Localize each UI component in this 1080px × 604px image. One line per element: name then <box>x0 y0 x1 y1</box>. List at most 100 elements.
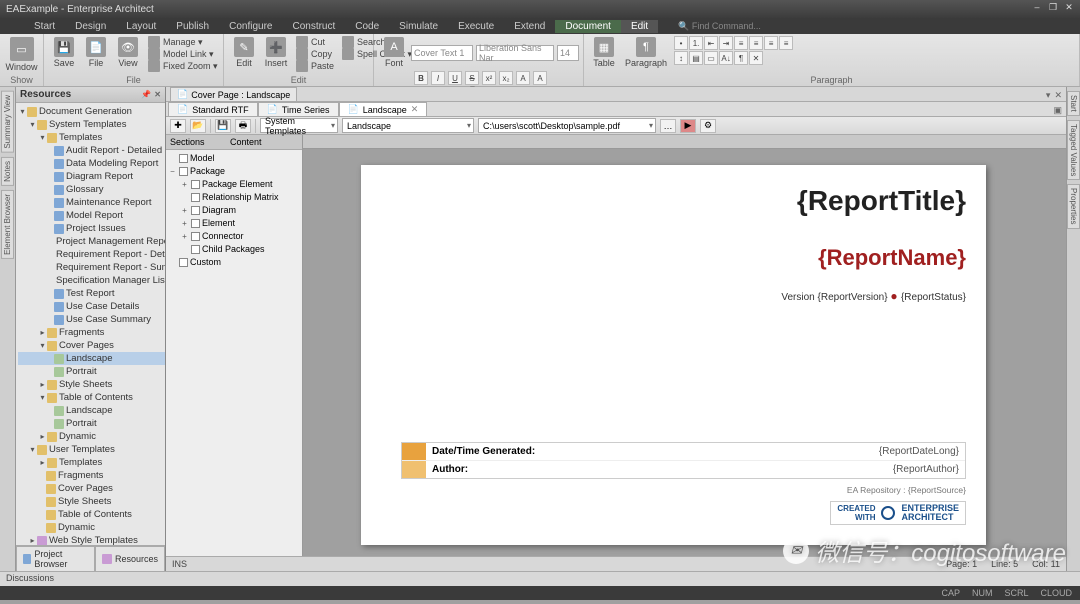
tab-landscape[interactable]: 📄Landscape✕ <box>339 102 428 116</box>
outdent-button[interactable]: ⇤ <box>704 36 718 50</box>
strike-button[interactable]: S <box>465 71 479 85</box>
dock-properties[interactable]: Properties <box>1067 184 1080 228</box>
indent-button[interactable]: ⇥ <box>719 36 733 50</box>
discussions-bar[interactable]: Discussions <box>0 571 1080 586</box>
subscript-button[interactable]: x₂ <box>499 71 513 85</box>
info-table[interactable]: Date/Time Generated:{ReportDateLong} Aut… <box>401 442 966 479</box>
tabrow-close-icon[interactable]: ✕ <box>1054 90 1062 101</box>
sections-panel: SectionsContent Model −Package +Package … <box>166 135 303 556</box>
shading-button[interactable]: ▤ <box>689 51 703 65</box>
window-maximize[interactable]: ❐ <box>1046 1 1060 13</box>
menu-code[interactable]: Code <box>345 20 389 33</box>
borders-button[interactable]: ▭ <box>704 51 718 65</box>
repository-line[interactable]: EA Repository : {ReportSource} <box>847 485 966 495</box>
menu-layout[interactable]: Layout <box>116 20 166 33</box>
font-style-combo[interactable]: Cover Text 1 <box>411 45 473 61</box>
tb-open[interactable]: 📂 <box>190 119 206 133</box>
panel-pin-icon[interactable]: 📌 <box>141 90 151 99</box>
menu-design[interactable]: Design <box>65 20 116 33</box>
bullets-button[interactable]: • <box>674 36 688 50</box>
showmarks-button[interactable]: ¶ <box>734 51 748 65</box>
dock-start[interactable]: Start <box>1067 91 1080 116</box>
align-left-button[interactable]: ≡ <box>734 36 748 50</box>
resources-tree[interactable]: ▾Document Generation ▾System Templates ▾… <box>16 103 165 545</box>
sections-tree[interactable]: Model −Package +Package Element Relation… <box>166 150 302 556</box>
menu-edit[interactable]: Edit <box>621 20 658 33</box>
font-face-combo[interactable]: Liberation Sans Nar <box>476 45 554 61</box>
dock-notes[interactable]: Notes <box>1 157 14 186</box>
ribbon-cut[interactable]: Cut <box>294 36 336 48</box>
menu-document[interactable]: Document <box>555 20 621 33</box>
dt-value[interactable]: {ReportDateLong} <box>552 443 965 460</box>
line-spacing-button[interactable]: ↕ <box>674 51 688 65</box>
sort-button[interactable]: A↓ <box>719 51 733 65</box>
tab-resources[interactable]: Resources <box>95 546 165 571</box>
ribbon-copy[interactable]: Copy <box>294 48 336 60</box>
numbering-button[interactable]: 1. <box>689 36 703 50</box>
align-right-button[interactable]: ≡ <box>764 36 778 50</box>
tab-expand-icon[interactable]: ▣ <box>1053 105 1062 115</box>
tb-browse[interactable]: … <box>660 119 676 133</box>
tabrow-menu-icon[interactable]: ▾ <box>1046 90 1051 101</box>
canvas[interactable]: {ReportTitle} {ReportName} Version {Repo… <box>303 135 1066 556</box>
dock-tagged[interactable]: Tagged Values <box>1067 120 1080 180</box>
find-command[interactable]: Find Command... <box>678 21 761 32</box>
superscript-button[interactable]: x² <box>482 71 496 85</box>
report-name[interactable]: {ReportName} <box>401 245 966 271</box>
ribbon-paste[interactable]: Paste <box>294 60 336 72</box>
bold-button[interactable]: B <box>414 71 428 85</box>
ribbon-view[interactable]: 👁View <box>114 36 142 69</box>
tb-run[interactable]: ▶ <box>680 119 696 133</box>
status-line: Line: 5 <box>991 559 1018 569</box>
ribbon-insert[interactable]: ➕Insert <box>262 36 290 69</box>
menu-publish[interactable]: Publish <box>166 20 219 33</box>
ribbon-save[interactable]: 💾Save <box>50 36 78 69</box>
menu-extend[interactable]: Extend <box>504 20 555 33</box>
ribbon-file[interactable]: 📄File <box>82 36 110 69</box>
tb-new[interactable]: ✚ <box>170 119 186 133</box>
menu-configure[interactable]: Configure <box>219 20 282 33</box>
document-page[interactable]: {ReportTitle} {ReportName} Version {Repo… <box>361 165 986 545</box>
ribbon-paragraph[interactable]: ¶Paragraph <box>622 36 670 69</box>
report-title[interactable]: {ReportTitle} <box>401 185 966 217</box>
breadcrumb[interactable]: 📄Cover Page : Landscape <box>170 87 297 101</box>
sections-header: Sections <box>170 137 230 147</box>
ribbon-manage[interactable]: Manage ▾ <box>146 36 220 48</box>
dock-browser[interactable]: Element Browser <box>1 190 14 259</box>
ribbon-window[interactable]: ▭Window <box>6 36 37 73</box>
report-version-line[interactable]: Version {ReportVersion} ● {ReportStatus} <box>401 289 966 303</box>
combo-path[interactable]: C:\users\scott\Desktop\sample.pdf <box>478 118 656 133</box>
author-value[interactable]: {ReportAuthor} <box>552 461 965 478</box>
window-close[interactable]: ✕ <box>1062 1 1076 13</box>
font-size-combo[interactable]: 14 <box>557 45 579 61</box>
tb-options[interactable]: ⚙ <box>700 119 716 133</box>
ribbon-font[interactable]: AFont <box>380 36 408 69</box>
panel-close-icon[interactable]: ✕ <box>154 90 161 99</box>
combo-landscape[interactable]: Landscape <box>342 118 474 133</box>
tb-save[interactable]: 💾 <box>215 119 231 133</box>
ribbon-edit[interactable]: ✎Edit <box>230 36 258 69</box>
ribbon-table[interactable]: ▦Table <box>590 36 618 69</box>
dock-summary[interactable]: Summary View <box>1 91 14 153</box>
window-minimize[interactable]: – <box>1030 1 1044 13</box>
tab-close-icon[interactable]: ✕ <box>411 104 419 115</box>
clear-button[interactable]: ✕ <box>749 51 763 65</box>
underline-button[interactable]: U <box>448 71 462 85</box>
tb-print[interactable]: 🖶 <box>235 119 251 133</box>
tab-time-series[interactable]: 📄Time Series <box>258 102 339 116</box>
justify-button[interactable]: ≡ <box>779 36 793 50</box>
menu-start[interactable]: Start <box>24 20 65 33</box>
tab-project-browser[interactable]: Project Browser <box>16 546 95 571</box>
menu-simulate[interactable]: Simulate <box>389 20 448 33</box>
ribbon-modellink[interactable]: Model Link ▾ <box>146 48 220 60</box>
spell-icon <box>342 48 354 60</box>
menu-execute[interactable]: Execute <box>448 20 504 33</box>
doc-statusbar: INS Page: 1 Line: 5 Col: 11 <box>166 556 1066 571</box>
highlight-button[interactable]: A <box>533 71 547 85</box>
tab-standard-rtf[interactable]: 📄Standard RTF <box>168 102 258 116</box>
align-center-button[interactable]: ≡ <box>749 36 763 50</box>
combo-systpl[interactable]: System Templates <box>260 118 338 133</box>
fontcolor-button[interactable]: A <box>516 71 530 85</box>
menu-construct[interactable]: Construct <box>282 20 345 33</box>
italic-button[interactable]: I <box>431 71 445 85</box>
